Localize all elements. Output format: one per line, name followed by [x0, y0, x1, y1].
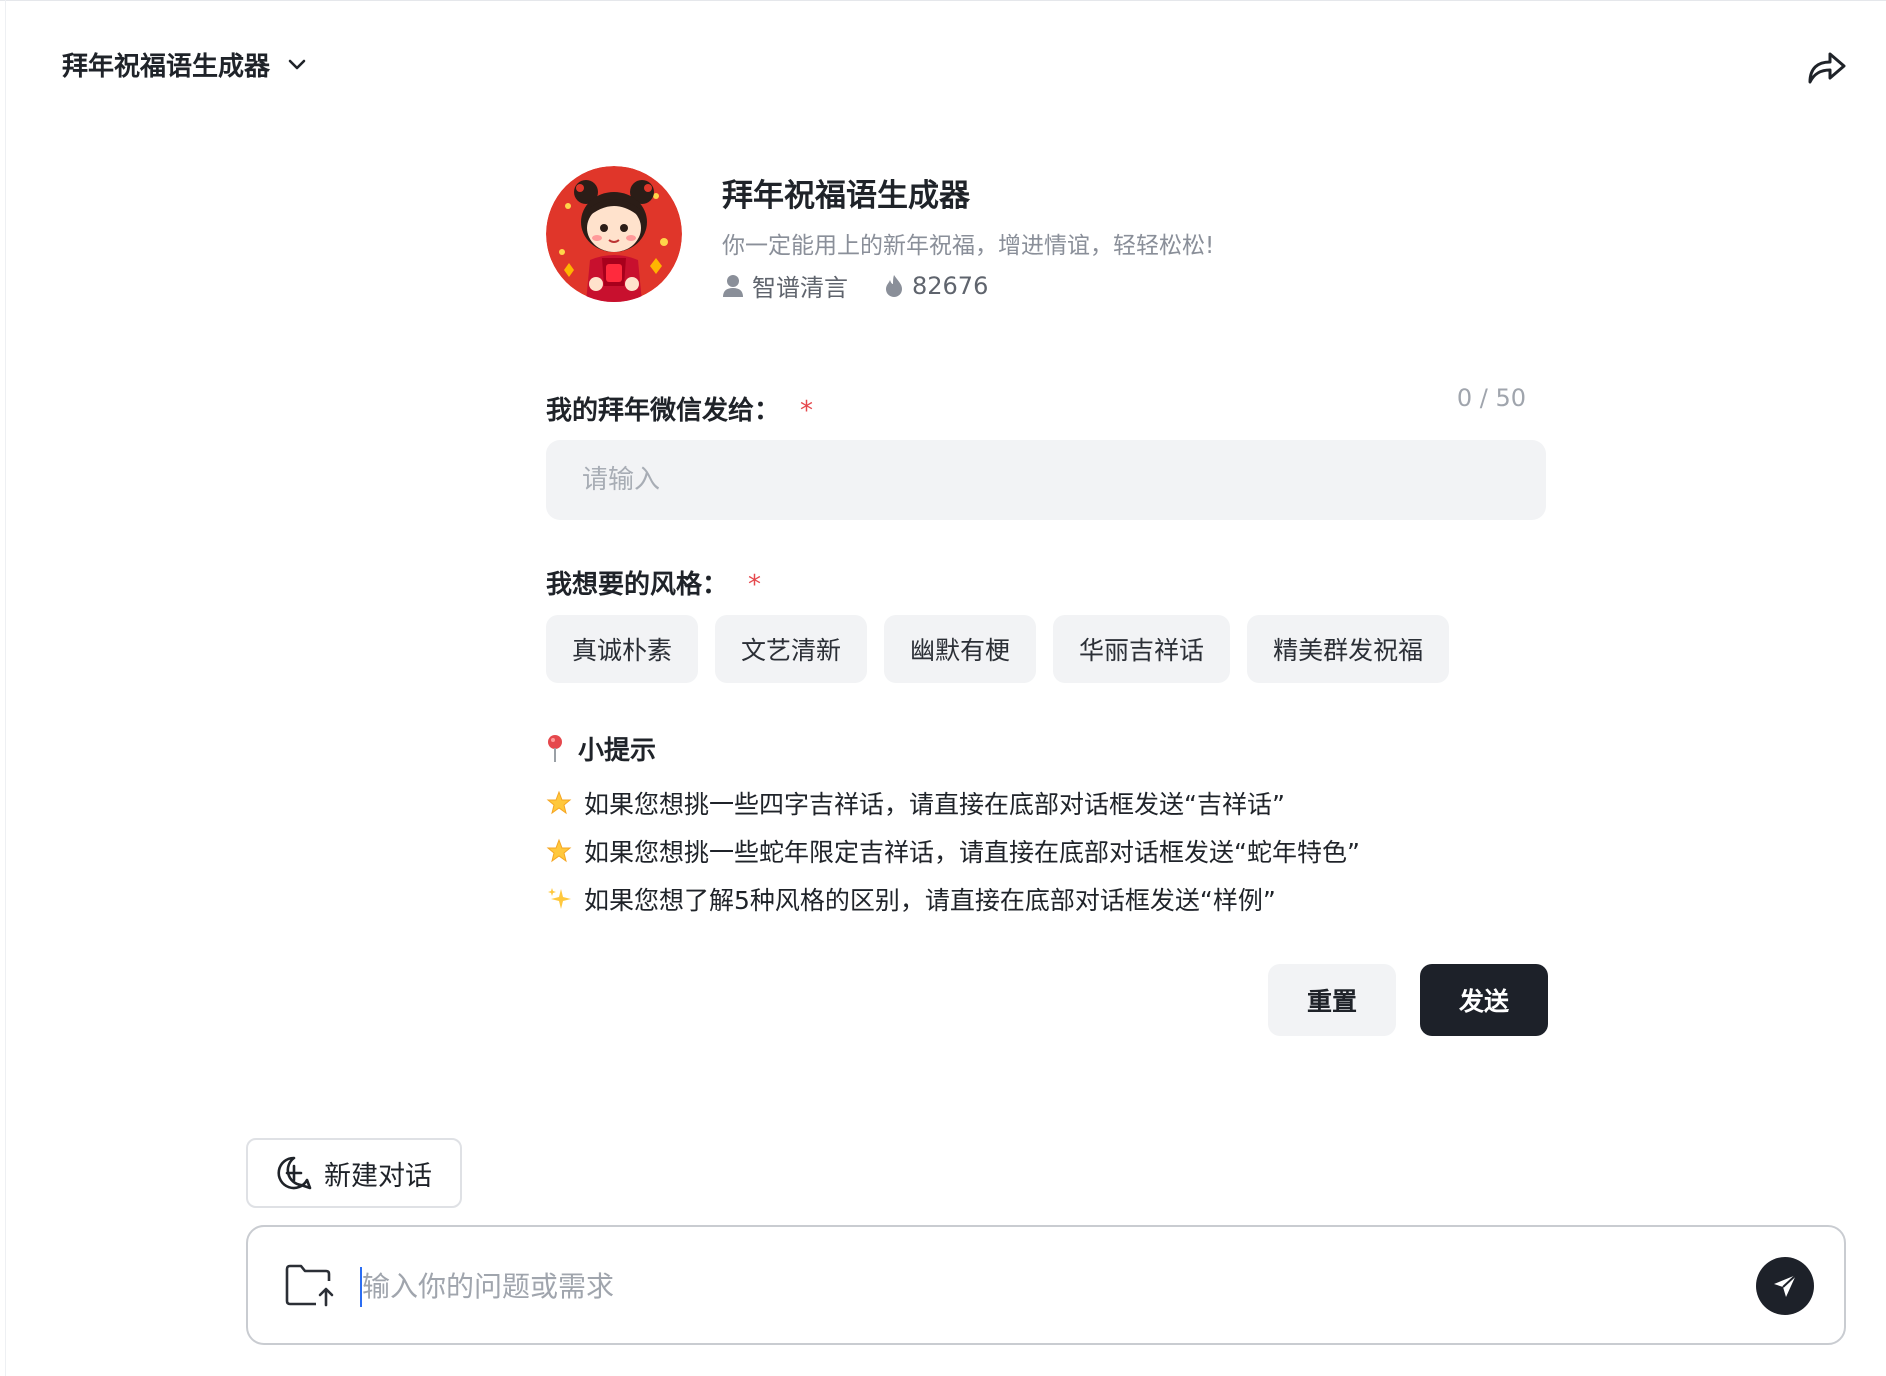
tip-item: 如果您想挑一些蛇年限定吉祥话，请直接在底部对话框发送“蛇年特色” — [546, 833, 1360, 869]
style-option-humorous[interactable]: 幽默有梗 — [884, 615, 1037, 683]
style-option-auspicious[interactable]: 华丽吉祥话 — [1053, 615, 1231, 683]
bot-name: 拜年祝福语生成器 — [722, 178, 970, 214]
chat-composer — [246, 1225, 1846, 1345]
required-mark: * — [800, 396, 814, 426]
paper-plane-icon — [1774, 1274, 1797, 1297]
fire-icon — [886, 274, 902, 297]
bot-avatar — [546, 166, 682, 302]
app-title-dropdown[interactable]: 拜年祝福语生成器 — [62, 46, 306, 83]
required-mark: * — [748, 570, 762, 600]
author-name: 智谱清言 — [752, 274, 848, 302]
chat-send-button[interactable] — [1756, 1257, 1814, 1315]
send-button[interactable]: 发送 — [1420, 964, 1548, 1036]
bot-popularity: 82676 — [884, 272, 988, 300]
share-icon[interactable] — [1804, 44, 1848, 88]
style-option-sincere[interactable]: 真诚朴素 — [546, 615, 699, 683]
style-option-group-blessing[interactable]: 精美群发祝福 — [1247, 615, 1450, 683]
bot-meta: 智谱清言 82676 — [722, 268, 988, 303]
glowing-star-icon — [546, 790, 572, 815]
left-divider — [5, 0, 6, 1376]
bot-description: 你一定能用上的新年祝福，增进情谊，轻轻松松! — [722, 233, 1215, 259]
pushpin-icon — [548, 734, 562, 762]
char-counter: 0 / 50 — [1456, 384, 1526, 412]
reset-button[interactable]: 重置 — [1268, 964, 1396, 1036]
popularity-count: 82676 — [912, 271, 989, 300]
style-label: 我想要的风格： * — [546, 570, 762, 600]
new-chat-plus-icon — [277, 1156, 312, 1190]
tip-item: 如果您想了解5种风格的区别，请直接在底部对话框发送“样例” — [546, 881, 1276, 917]
user-icon — [723, 274, 743, 297]
text-cursor — [360, 1267, 362, 1307]
tip-item: 如果您想挑一些四字吉祥话，请直接在底部对话框发送“吉祥话” — [546, 785, 1285, 821]
chevron-down-icon — [288, 59, 306, 69]
style-options: 真诚朴素 文艺清新 幽默有梗 华丽吉祥话 精美群发祝福 — [546, 615, 1466, 683]
tips-title: 小提示 — [546, 730, 656, 767]
bot-author[interactable]: 智谱清言 — [722, 268, 848, 303]
new-chat-button[interactable]: 新建对话 — [246, 1138, 462, 1208]
sparkles-icon — [548, 888, 571, 909]
recipient-label: 我的拜年微信发给： * — [546, 396, 814, 426]
folder-upload-icon[interactable] — [284, 1263, 336, 1307]
glowing-star-icon — [546, 838, 572, 863]
top-divider — [0, 0, 1886, 1]
app-title: 拜年祝福语生成器 — [62, 52, 271, 82]
chat-input[interactable] — [360, 1255, 1664, 1317]
style-option-literary[interactable]: 文艺清新 — [715, 615, 868, 683]
girl-avatar-icon — [546, 166, 682, 302]
recipient-input[interactable] — [546, 440, 1546, 520]
